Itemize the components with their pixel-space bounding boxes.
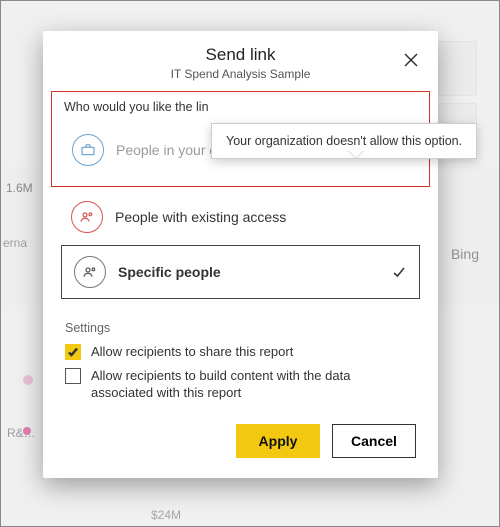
checkmark-icon: [391, 264, 407, 280]
bg-value-24m: $24M: [151, 508, 181, 522]
share-prompt: Who would you like the lin: [64, 100, 417, 114]
setting-allow-build[interactable]: Allow recipients to build content with t…: [65, 367, 416, 402]
apply-button[interactable]: Apply: [236, 424, 320, 458]
bg-value-1-6m: 1.6M: [6, 181, 33, 195]
option-existing-access[interactable]: People with existing access: [43, 193, 438, 241]
dialog-header: Send link IT Spend Analysis Sample: [43, 31, 438, 89]
settings-section: Settings Allow recipients to share this …: [43, 309, 438, 402]
bing-attribution: Bing: [451, 246, 479, 262]
setting-allow-share-label: Allow recipients to share this report: [91, 343, 293, 361]
disabled-option-tooltip: Your organization doesn't allow this opt…: [211, 123, 477, 159]
checkbox-allow-build[interactable]: [65, 368, 81, 384]
settings-heading: Settings: [65, 321, 416, 335]
dialog-footer: Apply Cancel: [43, 408, 438, 478]
option-existing-label: People with existing access: [115, 209, 410, 225]
option-specific-label: Specific people: [118, 264, 379, 280]
cancel-button[interactable]: Cancel: [332, 424, 416, 458]
people-icon: [71, 201, 103, 233]
dialog-title: Send link: [43, 45, 438, 65]
bg-label-erna: erna: [3, 236, 27, 250]
briefcase-icon: [72, 134, 104, 166]
send-link-dialog: Send link IT Spend Analysis Sample Who w…: [43, 31, 438, 478]
setting-allow-share[interactable]: Allow recipients to share this report: [65, 343, 416, 361]
option-specific-people[interactable]: Specific people: [61, 245, 420, 299]
bg-label-rnd: R&…: [7, 426, 36, 440]
people-icon: [74, 256, 106, 288]
close-button[interactable]: [396, 45, 426, 75]
checkbox-allow-share[interactable]: [65, 344, 81, 360]
dialog-subtitle: IT Spend Analysis Sample: [43, 67, 438, 81]
close-icon: [403, 52, 419, 68]
setting-allow-build-label: Allow recipients to build content with t…: [91, 367, 416, 402]
